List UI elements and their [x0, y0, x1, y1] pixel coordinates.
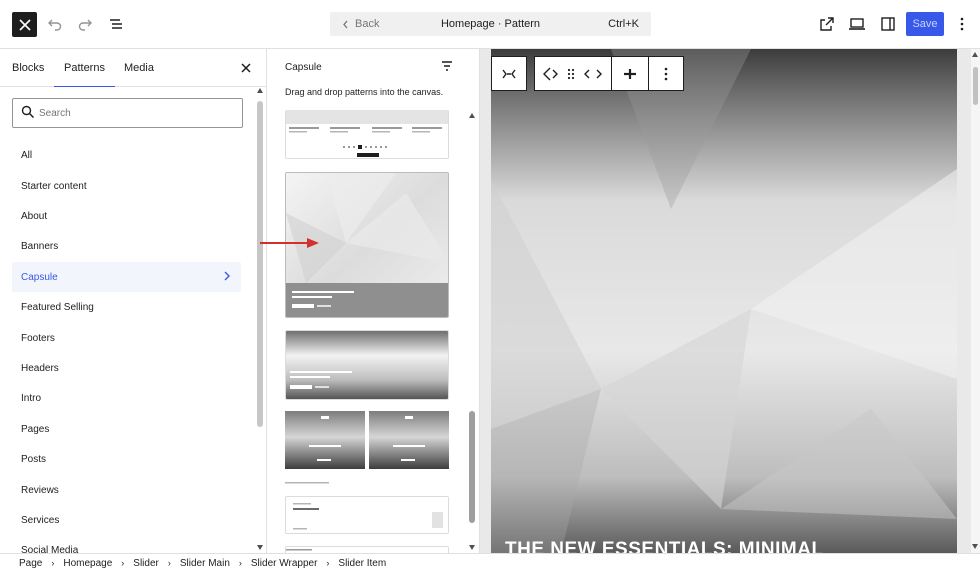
pattern-scrollbar[interactable] [469, 113, 475, 551]
close-inserter-button[interactable] [241, 59, 251, 73]
options-button[interactable] [950, 12, 974, 36]
filter-button[interactable] [441, 60, 453, 72]
chevron-right-icon: › [238, 558, 242, 568]
close-icon [241, 63, 251, 73]
move-arrows-icon [584, 69, 602, 78]
category-scrollbar[interactable] [257, 88, 263, 551]
search-icon [21, 105, 35, 119]
sidebar-icon [881, 17, 895, 31]
slider-item-block[interactable]: THE NEW ESSENTIALS: MINIMAL [491, 49, 957, 553]
external-link-icon [820, 17, 834, 31]
drag-handle[interactable] [567, 68, 575, 80]
hero-background-image [491, 49, 957, 553]
document-title: Homepage · Pattern [440, 18, 541, 30]
category-label: Capsule [21, 271, 58, 283]
align-button[interactable] [612, 56, 649, 91]
pattern-thumbnail [286, 331, 448, 399]
category-featured-selling[interactable]: Featured Selling [12, 292, 241, 322]
redo-icon [78, 19, 92, 31]
block-breadcrumb: Page › Homepage › Slider › Slider Main ›… [0, 553, 980, 572]
pattern-preview-cropped[interactable] [285, 546, 449, 553]
category-pages[interactable]: Pages [12, 414, 241, 444]
parent-block-icon [502, 69, 516, 78]
block-options-button[interactable] [649, 56, 683, 91]
category-services[interactable]: Services [12, 505, 241, 535]
settings-sidebar-button[interactable] [876, 12, 900, 36]
redo-button[interactable] [73, 12, 97, 36]
category-footers[interactable]: Footers [12, 323, 241, 353]
pattern-preview-hero-gradient[interactable] [285, 330, 449, 400]
chevron-right-icon: › [121, 558, 125, 568]
category-all[interactable]: All [12, 140, 241, 170]
pattern-category-title: Capsule [285, 62, 322, 73]
category-social-media[interactable]: Social Media [12, 535, 241, 554]
close-icon [18, 18, 31, 31]
pattern-search [12, 98, 243, 128]
close-editor-button[interactable] [12, 12, 37, 37]
block-type-button[interactable] [543, 67, 559, 81]
select-parent-button[interactable] [492, 56, 526, 91]
red-arrow-icon [260, 238, 319, 248]
category-intro[interactable]: Intro [12, 383, 241, 413]
document-overview-button[interactable] [104, 12, 128, 36]
chevron-right-icon: › [51, 558, 55, 568]
block-switcher-group [535, 56, 612, 91]
breadcrumb-slider-main[interactable]: Slider Main [180, 558, 230, 569]
select-parent-toolbar [491, 56, 527, 91]
command-shortcut: Ctrl+K [608, 18, 639, 30]
search-input[interactable] [39, 103, 239, 123]
breadcrumb-page[interactable]: Page [19, 558, 42, 569]
tab-patterns[interactable]: Patterns [54, 62, 115, 87]
inserter-panel: Blocks Patterns Media All Starter conten… [0, 49, 267, 553]
editor-header: Back Homepage · Pattern Ctrl+K Save [0, 0, 980, 49]
pattern-thumbnail [285, 411, 449, 469]
inserter-tabs: Blocks Patterns Media [0, 49, 266, 87]
tab-blocks[interactable]: Blocks [12, 62, 44, 74]
category-about[interactable]: About [12, 201, 241, 231]
pattern-preview-text-card[interactable] [285, 496, 449, 534]
hero-heading[interactable]: THE NEW ESSENTIALS: MINIMAL [505, 539, 824, 553]
category-starter-content[interactable]: Starter content [12, 171, 241, 201]
category-posts[interactable]: Posts [12, 444, 241, 474]
slider-block-icon [543, 67, 558, 80]
more-vertical-icon [664, 67, 668, 80]
category-banners[interactable]: Banners [12, 231, 241, 261]
pattern-preview-two-cards[interactable] [285, 411, 449, 469]
pattern-instructions: Drag and drop patterns into the canvas. [285, 87, 444, 97]
chevron-right-icon [224, 271, 230, 281]
drag-handle-icon [567, 68, 575, 79]
category-reviews[interactable]: Reviews [12, 475, 241, 505]
pattern-list-panel: Capsule Drag and drop patterns into the … [267, 49, 480, 553]
tab-media[interactable]: Media [124, 62, 154, 74]
save-button[interactable]: Save [906, 12, 944, 36]
pattern-thumbnail [286, 110, 448, 157]
pattern-thumbnail [293, 503, 443, 530]
move-buttons[interactable] [583, 68, 603, 80]
undo-icon [48, 19, 62, 31]
pattern-preview-product-grid[interactable] [285, 110, 449, 159]
align-icon [624, 68, 636, 79]
command-bar[interactable]: Back Homepage · Pattern Ctrl+K [330, 12, 651, 36]
canvas-scrollbar[interactable] [971, 49, 980, 553]
chevron-right-icon: › [326, 558, 330, 568]
device-preview-button[interactable] [845, 12, 869, 36]
more-vertical-icon [960, 17, 964, 31]
category-capsule[interactable]: Capsule [12, 262, 241, 292]
filter-icon [442, 61, 452, 71]
breadcrumb-slider[interactable]: Slider [133, 558, 159, 569]
chevron-right-icon: › [167, 558, 171, 568]
breadcrumb-slider-item: Slider Item [338, 557, 387, 569]
document-overview-icon [110, 19, 122, 29]
pattern-caption-placeholder [285, 482, 329, 484]
category-headers[interactable]: Headers [12, 353, 241, 383]
block-toolbar [534, 56, 684, 91]
breadcrumb-homepage[interactable]: Homepage [63, 558, 112, 569]
view-page-button[interactable] [815, 12, 839, 36]
laptop-icon [849, 18, 865, 30]
breadcrumb-slider-wrapper[interactable]: Slider Wrapper [251, 558, 318, 569]
editor-canvas[interactable]: THE NEW ESSENTIALS: MINIMAL [480, 49, 980, 553]
undo-button[interactable] [43, 12, 67, 36]
